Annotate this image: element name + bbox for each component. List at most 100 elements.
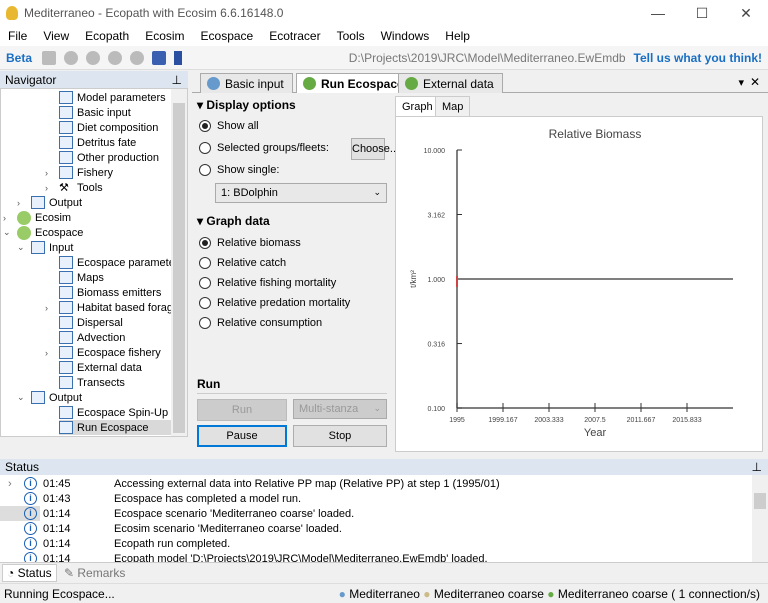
- form-icon: [59, 256, 73, 269]
- status-row[interactable]: i 01:14 Ecospace scenario 'Mediterraneo co…: [0, 506, 748, 521]
- tree-item[interactable]: › Ecospace fishery: [45, 345, 161, 360]
- status-scrollbar[interactable]: [752, 475, 768, 563]
- expand-arrow-icon[interactable]: ⌄: [3, 227, 11, 238]
- tree-item[interactable]: Maps: [59, 270, 104, 285]
- tree-item[interactable]: Ecospace parameter: [59, 255, 179, 270]
- ecotracer-icon[interactable]: [130, 50, 145, 65]
- expand-arrow-icon[interactable]: ›: [3, 213, 6, 223]
- save-icon[interactable]: [42, 50, 57, 65]
- tree-item-label: Run Ecospace: [77, 421, 149, 434]
- menu-tools[interactable]: Tools: [329, 29, 373, 43]
- tab-run-ecospace[interactable]: Run Ecospace: [296, 73, 413, 93]
- save-warning-icon[interactable]: [152, 50, 167, 65]
- menu-view[interactable]: View: [35, 29, 77, 43]
- choose-button[interactable]: Choose...: [351, 138, 399, 160]
- tab-menu-button[interactable]: ▾: [738, 76, 744, 89]
- expand-arrow-icon[interactable]: ›: [8, 478, 12, 490]
- pin-icon[interactable]: ⊥: [752, 460, 762, 474]
- display-options-header[interactable]: ▾ Display options: [197, 98, 296, 112]
- radio-selected-groups[interactable]: Selected groups/fleets:: [199, 142, 329, 154]
- radio-graph-option[interactable]: Relative catch: [199, 257, 286, 269]
- expand-arrow-icon[interactable]: ›: [45, 348, 48, 358]
- radio-graph-option[interactable]: Relative predation mortality: [199, 297, 350, 309]
- expand-arrow-icon[interactable]: ›: [45, 168, 48, 178]
- tree-item[interactable]: › Habitat based foragin: [45, 300, 182, 315]
- y-axis-label: t/km²: [409, 270, 418, 288]
- expand-arrow-icon[interactable]: ⌄: [17, 392, 25, 403]
- menu-windows[interactable]: Windows: [373, 29, 438, 43]
- tree-item[interactable]: Detritus fate: [59, 135, 136, 150]
- tree-item-label: Basic input: [77, 106, 131, 119]
- tree-item[interactable]: › Ecosim: [3, 210, 71, 225]
- tab-graph[interactable]: Graph: [395, 96, 440, 117]
- tree-item[interactable]: Basic input: [59, 105, 131, 120]
- tree-item[interactable]: Transects: [59, 375, 125, 390]
- tree-item[interactable]: › Output: [17, 195, 82, 210]
- menu-ecotracer[interactable]: Ecotracer: [261, 29, 328, 43]
- radio-show-all[interactable]: Show all: [199, 120, 259, 132]
- pause-button[interactable]: Pause: [197, 425, 287, 447]
- tree-item[interactable]: External data: [59, 360, 142, 375]
- status-message: Ecospace scenario 'Mediterraneo coarse' …: [114, 507, 355, 520]
- stop-button[interactable]: Stop: [293, 425, 387, 447]
- status-row[interactable]: i 01:43 Ecospace has completed a model run…: [0, 491, 748, 506]
- tree-item[interactable]: Model parameters: [59, 90, 166, 105]
- pin-icon[interactable]: ⊥: [172, 73, 182, 87]
- radio-graph-option[interactable]: Relative consumption: [199, 317, 322, 329]
- tree-item[interactable]: Other production: [59, 150, 159, 165]
- status-row[interactable]: i 01:14 Ecosim scenario 'Mediterraneo coar…: [0, 521, 748, 536]
- ecosim-icon[interactable]: [86, 50, 101, 65]
- tree-item[interactable]: ⌄ Input: [17, 240, 74, 255]
- run-button[interactable]: Run: [197, 399, 287, 421]
- tab-basic-input[interactable]: Basic input: [200, 73, 293, 93]
- tab-map[interactable]: Map: [435, 96, 471, 117]
- tree-item[interactable]: Diet composition: [59, 120, 158, 135]
- ecospace-icon[interactable]: [108, 50, 123, 65]
- status-row[interactable]: i 01:14 Ecopath run completed.: [0, 536, 748, 551]
- menu-file[interactable]: File: [0, 29, 35, 43]
- menu-ecospace[interactable]: Ecospace: [193, 29, 262, 43]
- tab-remarks[interactable]: ✎ Remarks: [60, 565, 129, 581]
- ecospace-icon: [303, 77, 316, 90]
- multi-stanza-select[interactable]: Multi-stanza ⌄: [293, 399, 387, 419]
- tree-item-label: Ecospace fishery: [77, 346, 161, 359]
- radio-graph-option[interactable]: Relative fishing mortality: [199, 277, 336, 289]
- tree-item[interactable]: ⌄ Output: [17, 390, 82, 405]
- run-icon[interactable]: [174, 50, 183, 65]
- relative-biomass-chart: Relative Biomass 10.000 3.162 1.000 0.316 0.1…: [409, 127, 733, 439]
- expand-arrow-icon[interactable]: ⌄: [17, 242, 25, 253]
- tab-status[interactable]: ◔ Status: [2, 564, 57, 582]
- expand-arrow-icon[interactable]: ›: [17, 198, 20, 208]
- tree-item[interactable]: Run Ecospace: [59, 420, 187, 435]
- single-group-select[interactable]: 1: BDolphin ⌄: [215, 183, 387, 203]
- expand-arrow-icon[interactable]: ›: [45, 303, 48, 313]
- navigator-scrollbar[interactable]: [171, 89, 187, 436]
- tree-item[interactable]: Dispersal: [59, 315, 123, 330]
- menu-help[interactable]: Help: [437, 29, 478, 43]
- tree-item[interactable]: Ecospace Spin-Up: [59, 405, 168, 420]
- minimize-button[interactable]: —: [636, 0, 680, 26]
- radio-show-single[interactable]: Show single:: [199, 164, 279, 176]
- tree-item[interactable]: › Fishery: [45, 165, 113, 180]
- tree-item[interactable]: ⌄ Ecospace: [3, 225, 83, 240]
- tree-item-label: Input: [49, 241, 74, 254]
- tree-item[interactable]: Biomass emitters: [59, 285, 161, 300]
- tree-item[interactable]: › ⚒ Tools: [45, 180, 103, 195]
- tree-item[interactable]: Advection: [59, 330, 125, 345]
- graph-data-header[interactable]: ▾ Graph data: [197, 214, 270, 228]
- expand-arrow-icon[interactable]: ›: [45, 183, 48, 193]
- feedback-link[interactable]: Tell us what you think!: [634, 51, 762, 65]
- maximize-button[interactable]: ☐: [680, 0, 724, 26]
- model-name: Mediterraneo: [349, 587, 420, 601]
- title-bar: Mediterraneo - Ecopath with Ecosim 6.6.1…: [0, 0, 768, 26]
- info-icon: i: [24, 492, 37, 505]
- status-bar: Running Ecospace... ● Mediterraneo ● Med…: [0, 583, 768, 603]
- menu-ecosim[interactable]: Ecosim: [137, 29, 192, 43]
- close-button[interactable]: ✕: [724, 0, 768, 26]
- tab-close-button[interactable]: ✕: [750, 75, 760, 89]
- menu-ecopath[interactable]: Ecopath: [77, 29, 137, 43]
- ecopath-icon[interactable]: [64, 50, 79, 65]
- status-row[interactable]: › i 01:45 Accessing external data into Rela…: [0, 476, 748, 491]
- radio-graph-option[interactable]: Relative biomass: [199, 237, 301, 249]
- tab-external-data[interactable]: External data: [398, 73, 503, 93]
